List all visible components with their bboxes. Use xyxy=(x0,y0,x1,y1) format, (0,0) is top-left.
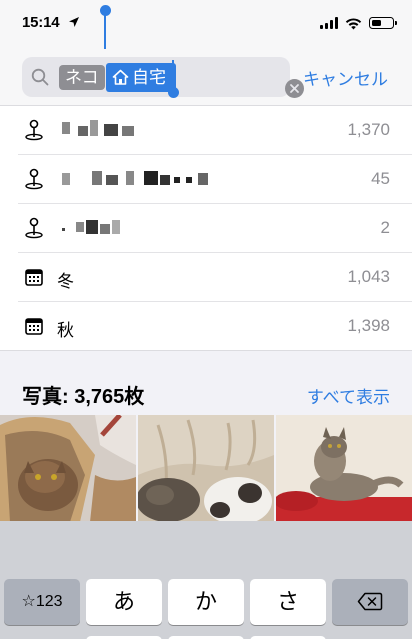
result-count: 1,398 xyxy=(347,316,390,335)
status-indicators xyxy=(320,15,397,31)
key-mode-switch[interactable]: ☆123 xyxy=(4,579,80,625)
photos-title: 写真: 3,765枚 xyxy=(22,386,145,408)
redacted-place-name xyxy=(62,120,142,138)
photos-section: 写真: 3,765枚 すべて表示 xyxy=(0,351,412,522)
result-row-winter[interactable]: 冬 1,043 xyxy=(0,253,412,302)
close-icon xyxy=(290,84,299,93)
result-row-place-2[interactable]: 45 xyxy=(0,155,412,204)
search-header: ネコ 自宅 キャンセル xyxy=(0,46,412,106)
location-pin-icon xyxy=(25,217,43,239)
result-row-place-3[interactable]: 2 xyxy=(0,204,412,253)
cancel-button[interactable]: キャンセル xyxy=(303,65,388,90)
redacted-place-name xyxy=(62,169,222,187)
calendar-icon xyxy=(25,269,43,286)
photo-thumbnail[interactable] xyxy=(276,415,412,522)
result-label: 冬 xyxy=(57,272,74,291)
result-row-place-1[interactable]: 1,370 xyxy=(0,106,412,155)
show-all-link[interactable]: すべて表示 xyxy=(307,383,390,408)
key-sa[interactable]: さ xyxy=(250,579,326,625)
search-token-cat[interactable]: ネコ xyxy=(59,65,105,90)
photo-thumbnail[interactable] xyxy=(138,415,274,522)
result-count: 1,043 xyxy=(347,267,390,286)
selection-caret-end xyxy=(172,60,174,89)
search-icon xyxy=(31,68,49,86)
selection-handle-end[interactable] xyxy=(168,87,179,98)
photo-thumbnail[interactable] xyxy=(0,415,136,522)
location-pin-icon xyxy=(25,119,43,141)
search-field[interactable]: ネコ 自宅 xyxy=(22,57,304,98)
home-icon xyxy=(112,69,129,85)
result-count: 45 xyxy=(371,169,390,188)
result-count: 1,370 xyxy=(347,120,390,139)
search-token-home[interactable]: 自宅 xyxy=(106,63,176,92)
calendar-icon xyxy=(25,318,43,335)
wifi-icon xyxy=(345,17,362,29)
clear-search-button[interactable] xyxy=(285,79,304,98)
delete-key[interactable] xyxy=(332,579,408,625)
key-a[interactable]: あ xyxy=(86,579,162,625)
status-time: 15:14 xyxy=(22,14,60,31)
cellular-signal-icon xyxy=(320,17,338,29)
search-results-list: 1,370 45 2 冬 1,043 秋 1,398 xyxy=(0,106,412,351)
search-token-home-label: 自宅 xyxy=(132,68,166,87)
result-count: 2 xyxy=(380,218,390,237)
battery-icon xyxy=(369,17,397,29)
keyboard: ☆123 あ か さ xyxy=(0,521,412,639)
redacted-place-name xyxy=(62,218,132,236)
location-pin-icon xyxy=(25,168,43,190)
location-arrow-icon xyxy=(69,17,79,27)
key-ka[interactable]: か xyxy=(168,579,244,625)
backspace-icon xyxy=(357,592,383,611)
result-row-autumn[interactable]: 秋 1,398 xyxy=(0,302,412,351)
result-label: 秋 xyxy=(57,321,74,340)
selection-caret-start xyxy=(104,12,106,49)
status-bar: 15:14 xyxy=(0,0,412,46)
